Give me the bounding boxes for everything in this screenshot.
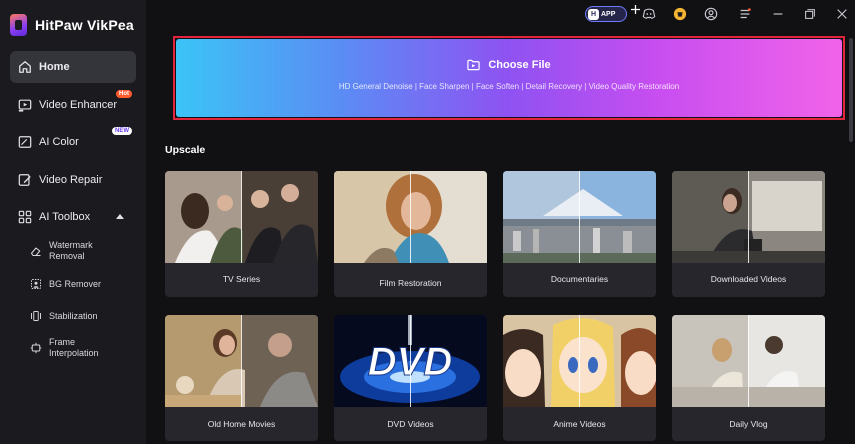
video-enhancer-icon bbox=[18, 99, 32, 112]
card-dvd-videos[interactable]: DVD DVD Videos bbox=[334, 315, 487, 441]
card-old-home-movies[interactable]: Old Home Movies bbox=[165, 315, 318, 441]
toolbox-item-label: Stabilization bbox=[49, 310, 98, 321]
chevron-up-icon[interactable] bbox=[116, 214, 124, 219]
choose-file-dropzone[interactable]: Choose File HD General Denoise | Face Sh… bbox=[176, 39, 842, 117]
card-film-restoration[interactable]: Film Restoration bbox=[334, 171, 487, 297]
card-label: Documentaries bbox=[550, 274, 609, 284]
sidebar-item-label: Video Repair bbox=[39, 173, 103, 186]
sidebar-item-video-enhancer[interactable]: Video Enhancer Hot bbox=[10, 89, 136, 121]
compare-divider bbox=[241, 171, 242, 263]
ai-color-icon bbox=[18, 136, 32, 148]
thumbnail bbox=[503, 171, 656, 263]
thumbnail bbox=[672, 171, 825, 263]
choose-file-button[interactable]: Choose File bbox=[176, 59, 842, 71]
toolbox-icon bbox=[18, 210, 32, 224]
sidebar: HitPaw VikPea Home Video Enhancer Hot AI… bbox=[0, 0, 146, 444]
sidebar-item-label: AI Toolbox bbox=[39, 211, 91, 223]
card-anime-videos[interactable]: Anime Videos bbox=[503, 315, 656, 441]
card-label: TV Series bbox=[222, 274, 261, 284]
compare-divider bbox=[579, 171, 580, 263]
compare-divider bbox=[241, 315, 242, 407]
card-label: Daily Vlog bbox=[729, 419, 768, 429]
thumbnail bbox=[165, 171, 318, 263]
thumbnail: DVD bbox=[334, 315, 487, 407]
thumbnail bbox=[503, 315, 656, 407]
frame-interpolation-icon bbox=[30, 342, 42, 354]
thumbnail bbox=[672, 315, 825, 407]
card-tv-series[interactable]: TV Series bbox=[165, 171, 318, 297]
card-label: Film Restoration bbox=[379, 278, 442, 288]
compare-divider bbox=[410, 171, 411, 263]
toolbox-item-bg-remover[interactable]: BG Remover bbox=[30, 278, 140, 290]
sidebar-item-video-repair[interactable]: Video Repair bbox=[10, 164, 136, 196]
folder-play-icon bbox=[467, 59, 481, 71]
stabilization-icon bbox=[31, 311, 41, 321]
compare-divider bbox=[410, 315, 411, 407]
sidebar-item-label: Home bbox=[39, 61, 70, 73]
app-logo-icon bbox=[10, 14, 27, 36]
sidebar-item-home[interactable]: Home bbox=[10, 51, 136, 83]
toolbox-item-label: BG Remover bbox=[49, 278, 102, 289]
sidebar-item-label: Video Enhancer bbox=[39, 98, 118, 111]
sidebar-item-ai-color[interactable]: AI Color NEW bbox=[10, 126, 136, 158]
toolbox-item-label: Watermark Removal bbox=[49, 240, 93, 261]
compare-divider bbox=[748, 315, 749, 407]
thumbnail bbox=[334, 171, 487, 263]
toolbox-item-watermark-removal[interactable]: Watermark Removal bbox=[30, 240, 140, 262]
app-title: HitPaw VikPea bbox=[35, 17, 134, 33]
feature-list: HD General Denoise | Face Sharpen | Face… bbox=[338, 82, 680, 91]
video-repair-icon bbox=[18, 173, 31, 186]
brand: HitPaw VikPea bbox=[10, 14, 134, 36]
toolbox-item-stabilization[interactable]: Stabilization bbox=[30, 310, 140, 322]
sidebar-item-label: AI Color bbox=[39, 136, 79, 148]
card-label: Downloaded Videos bbox=[710, 274, 787, 284]
compare-divider bbox=[579, 315, 580, 407]
card-documentaries[interactable]: Documentaries bbox=[503, 171, 656, 297]
card-label: DVD Videos bbox=[387, 419, 434, 429]
scrollbar[interactable] bbox=[849, 38, 853, 142]
hot-badge: Hot bbox=[116, 89, 132, 98]
compare-divider bbox=[748, 171, 749, 263]
bg-remover-icon bbox=[31, 279, 41, 289]
new-badge: NEW bbox=[112, 127, 132, 135]
card-label: Anime Videos bbox=[553, 419, 606, 429]
thumbnail bbox=[165, 315, 318, 407]
toolbox-item-frame-interpolation[interactable]: Frame Interpolation bbox=[30, 337, 140, 359]
home-icon bbox=[19, 61, 31, 73]
sidebar-item-ai-toolbox[interactable]: AI Toolbox bbox=[10, 201, 136, 233]
eraser-icon bbox=[30, 247, 41, 257]
section-title-upscale: Upscale bbox=[165, 144, 206, 156]
main-content: Choose File HD General Denoise | Face Sh… bbox=[146, 0, 855, 444]
card-downloaded-videos[interactable]: Downloaded Videos bbox=[672, 171, 825, 297]
toolbox-item-label: Frame Interpolation bbox=[49, 337, 99, 358]
choose-file-label: Choose File bbox=[488, 59, 551, 71]
sidebar-nav: Home Video Enhancer Hot AI Color NEW Vid… bbox=[10, 51, 136, 239]
card-label: Old Home Movies bbox=[207, 419, 276, 429]
card-daily-vlog[interactable]: Daily Vlog bbox=[672, 315, 825, 441]
